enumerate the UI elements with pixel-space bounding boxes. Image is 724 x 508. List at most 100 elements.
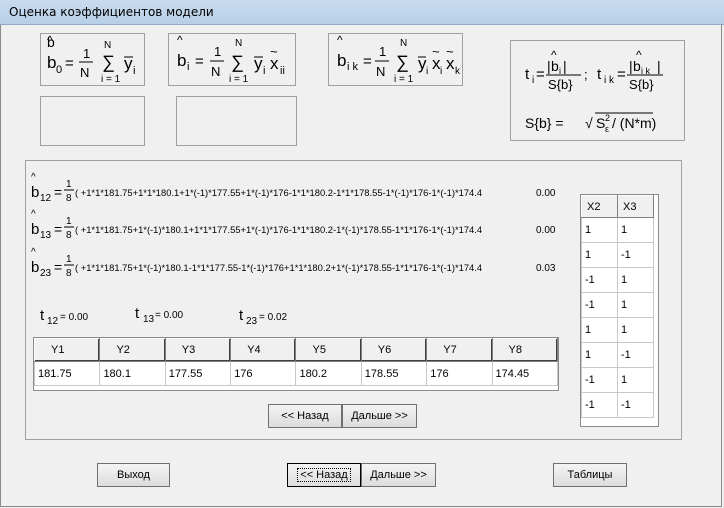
svg-text:√: √: [585, 115, 593, 131]
y-header[interactable]: Y5: [295, 338, 362, 362]
svg-text:1: 1: [214, 44, 221, 59]
svg-text:^: ^: [31, 172, 36, 183]
svg-text:ε: ε: [605, 124, 609, 134]
svg-text:^: ^: [177, 34, 183, 47]
svg-text:=: =: [54, 221, 62, 237]
formula-b0-box: b ^ b 0 = 1 N N ∑ i = 1 y i: [40, 33, 145, 86]
x-header[interactable]: X2: [581, 195, 618, 218]
svg-text:=: =: [54, 259, 62, 275]
svg-text:i: i: [187, 61, 189, 73]
svg-text:=: =: [536, 66, 545, 83]
svg-text:^: ^: [47, 34, 53, 47]
x-cell[interactable]: 1: [581, 342, 618, 368]
svg-text:23: 23: [40, 268, 52, 279]
x-cell[interactable]: -1: [617, 242, 654, 268]
x-table-grid: X2 X3 11 1 -1 -1 1 -1 1 11 1 -1 -1 1 -1 -1: [580, 194, 659, 427]
svg-text:( +1*1*181.75+1*(-1)*180.1+1*1: ( +1*1*181.75+1*(-1)*180.1+1*1*177.55+1*…: [75, 224, 482, 235]
next-label: Дальше >>: [370, 469, 427, 481]
svg-text:N: N: [80, 65, 89, 80]
next-button[interactable]: Дальше >>: [361, 463, 436, 487]
svg-text:i = 1: i = 1: [229, 74, 249, 85]
coef-b13: ^ b 13 = 1 8 ( +1*1*181.75+1*(-1)*180.1+…: [31, 209, 556, 241]
x-cell[interactable]: 1: [617, 217, 654, 243]
formula-t: t i = ^ | b i | S{b} ; t i k = ^ | b i k…: [525, 48, 663, 134]
y-cell[interactable]: 180.2: [295, 361, 362, 386]
window-title: Оценка коэффициентов модели: [9, 5, 214, 19]
x-cell[interactable]: -1: [581, 392, 618, 418]
inner-next-button[interactable]: Дальше >>: [342, 404, 417, 428]
svg-text:12: 12: [40, 193, 52, 204]
svg-text:12: 12: [47, 316, 59, 327]
y-cell[interactable]: 178.55: [360, 361, 428, 386]
t12-value: t 12 = 0.00: [40, 307, 89, 327]
svg-text:N: N: [400, 38, 407, 49]
svg-text:S{b}: S{b}: [548, 77, 573, 92]
y-header[interactable]: Y6: [360, 338, 428, 362]
x-cell[interactable]: 1: [617, 367, 654, 393]
svg-text:0: 0: [56, 64, 62, 76]
svg-text:13: 13: [40, 230, 52, 241]
y-header[interactable]: Y8: [491, 338, 558, 362]
svg-text:|: |: [657, 58, 661, 74]
tables-label: Таблицы: [567, 469, 613, 481]
exit-button[interactable]: Выход: [97, 463, 170, 487]
svg-text:t: t: [525, 66, 530, 83]
svg-text:^: ^: [337, 34, 343, 47]
svg-text:=: =: [65, 55, 74, 72]
formula-bi: ^ b i = 1 N N ∑ i = 1 y i ~ x ii: [177, 33, 285, 85]
bi-result-box: [176, 96, 297, 146]
y-cell[interactable]: 174.45: [491, 361, 558, 386]
x-cell[interactable]: 1: [617, 292, 654, 318]
svg-text:b: b: [337, 51, 346, 70]
svg-text:S: S: [596, 115, 605, 131]
x-cell[interactable]: -1: [581, 292, 618, 318]
svg-text:S{b} =: S{b} =: [525, 115, 564, 131]
svg-text:23: 23: [246, 316, 258, 327]
y-header[interactable]: Y4: [230, 338, 297, 362]
x-cell[interactable]: -1: [617, 392, 654, 418]
x-cell[interactable]: 1: [581, 242, 618, 268]
svg-text:= 0.02: = 0.02: [259, 312, 288, 323]
y-header[interactable]: Y1: [34, 338, 101, 362]
y-cell[interactable]: 181.75: [34, 361, 101, 386]
formula-t-box: t i = ^ | b i | S{b} ; t i k = ^ | b i k…: [510, 40, 685, 141]
formula-bik: ^ b i k = 1 N N ∑ i = 1 y i ~ x i ~ x k: [337, 33, 461, 85]
y-header[interactable]: Y3: [164, 338, 232, 362]
svg-text:^: ^: [31, 247, 36, 258]
y-cell[interactable]: 180.1: [99, 361, 166, 386]
x-header[interactable]: X3: [617, 195, 654, 218]
svg-text:i k: i k: [347, 61, 359, 73]
x-cell[interactable]: 1: [581, 217, 618, 243]
inner-back-button[interactable]: << Назад: [268, 404, 342, 428]
b0-result-box: [40, 96, 145, 146]
coef-b12: ^ b 12 = 1 8 ( +1*1*181.75+1*1*180.1+1*(…: [31, 172, 556, 204]
y-header[interactable]: Y2: [99, 338, 166, 362]
svg-text:t: t: [135, 305, 140, 322]
tables-button[interactable]: Таблицы: [553, 463, 627, 487]
x-cell[interactable]: -1: [581, 367, 618, 393]
svg-text:k: k: [455, 66, 461, 77]
svg-text:8: 8: [66, 193, 72, 204]
svg-text:=: =: [54, 184, 62, 200]
y-cell[interactable]: 176: [426, 361, 493, 386]
svg-text:8: 8: [66, 268, 72, 279]
svg-text:i: i: [133, 65, 135, 77]
y-table-grid: Y1 Y2 Y3 Y4 Y5 Y6 Y7 Y8 181.75 180.1 177…: [33, 337, 559, 391]
x-cell[interactable]: 1: [581, 317, 618, 343]
y-header[interactable]: Y7: [426, 338, 493, 362]
y-cell[interactable]: 177.55: [164, 361, 232, 386]
svg-text:∑: ∑: [396, 52, 409, 72]
svg-text:( +1*1*181.75+1*(-1)*180.1-1*1: ( +1*1*181.75+1*(-1)*180.1-1*1*177.55-1*…: [75, 262, 482, 273]
inner-next-label: Дальше >>: [351, 410, 408, 422]
x-cell[interactable]: -1: [617, 342, 654, 368]
x-cell[interactable]: 1: [617, 317, 654, 343]
svg-text:S{b}: S{b}: [629, 77, 654, 92]
y-cell[interactable]: 176: [230, 361, 297, 386]
svg-text:= 0.00: = 0.00: [60, 312, 89, 323]
back-button[interactable]: << Назад: [287, 463, 361, 487]
title-bar: Оценка коэффициентов модели: [0, 0, 724, 25]
x-cell[interactable]: 1: [617, 267, 654, 293]
x-cell[interactable]: -1: [581, 267, 618, 293]
exit-label: Выход: [117, 469, 150, 481]
formula-bi-box: ^ b i = 1 N N ∑ i = 1 y i ~ x ii: [168, 33, 296, 86]
